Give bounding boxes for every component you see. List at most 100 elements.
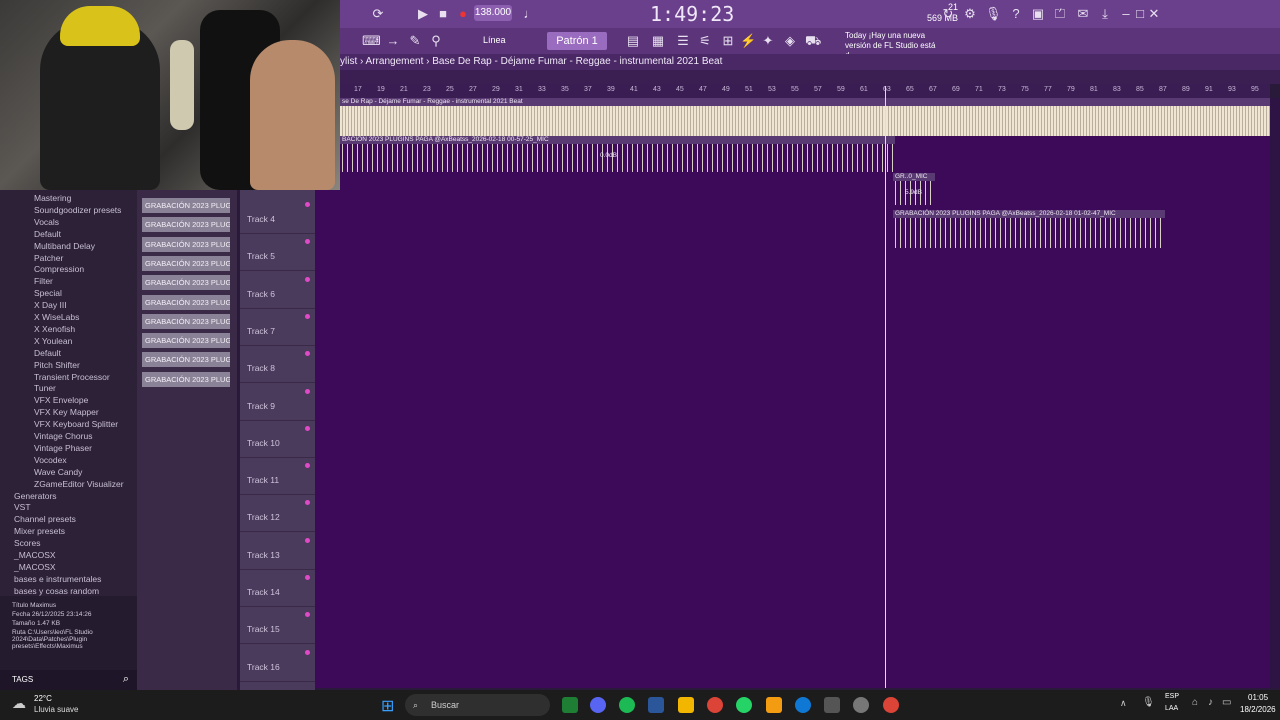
track-header[interactable]: Track 4 — [240, 196, 315, 234]
beat-waveform-clip[interactable] — [340, 106, 1270, 136]
clip-list-item[interactable]: GRABACIÓN 2023 PLUGINS... — [142, 333, 230, 349]
loop-icon[interactable]: ⟳ — [370, 6, 386, 22]
save-icon[interactable]: ▣ — [1030, 6, 1046, 22]
tags-bar[interactable]: TAGS ⌕ — [0, 670, 137, 690]
clip-list-item[interactable]: GRABACIÓN 2023 PLUGINS... — [142, 275, 230, 291]
plugin-picker-icon[interactable]: ⚡ — [740, 33, 756, 49]
edge-icon[interactable] — [795, 697, 811, 713]
short-vocal-clip[interactable]: 5.9dB — [893, 181, 935, 205]
chat-icon[interactable]: ✉ — [1075, 6, 1091, 22]
lang-2[interactable]: LAA — [1165, 705, 1178, 712]
clip-list-item[interactable]: GRABACIÓN 2023 PLUGINS... — [142, 198, 230, 213]
marker-icon[interactable]: ◈ — [782, 33, 798, 49]
track-header[interactable]: Track 11 — [240, 457, 315, 496]
spotify-icon[interactable] — [619, 697, 635, 713]
clip-list-item[interactable]: GRABACIÓN 2023 PLUGINS... — [142, 236, 230, 252]
pattern-selector[interactable]: Patrón 1 — [547, 32, 607, 50]
track-mute-dot[interactable] — [305, 425, 310, 431]
track-header[interactable]: Track 15 — [240, 606, 315, 645]
track-header[interactable]: Track 5 — [240, 233, 315, 272]
folder-icon[interactable] — [678, 697, 694, 713]
link-icon[interactable]: ⚲ — [428, 33, 444, 49]
close-icon[interactable]: ✕ — [1146, 6, 1162, 22]
help-icon[interactable]: ? — [1008, 6, 1024, 22]
track-mute-dot[interactable] — [305, 313, 310, 319]
xbox-icon[interactable] — [562, 697, 578, 713]
piano-icon[interactable]: ⌨ — [362, 33, 381, 49]
clip-list-item[interactable]: GRABACIÓN 2023 PLUGINS... — [142, 294, 230, 310]
windows-start-icon[interactable]: ⊞ — [381, 696, 394, 716]
track-header[interactable]: Track 9 — [240, 383, 315, 421]
browser-item[interactable]: _MACOSX — [0, 549, 151, 561]
tempo-display[interactable]: 138.000 — [474, 5, 512, 21]
track-mute-dot[interactable] — [305, 500, 310, 506]
clip-list-item[interactable]: GRABACIÓN 2023 PLUGINS... — [142, 217, 230, 233]
track-header[interactable]: Track 13 — [240, 532, 315, 570]
tray-mic-icon[interactable]: 🎙 — [1142, 697, 1155, 708]
whatsapp-icon[interactable] — [736, 697, 752, 713]
battery-icon[interactable]: ▭ — [1222, 697, 1231, 708]
horizontal-scrollbar[interactable] — [340, 70, 1280, 84]
track-header[interactable]: Track 12 — [240, 494, 315, 533]
clip-list-item[interactable]: GRABACIÓN 2023 PLUGINS... — [142, 313, 230, 329]
track-mute-dot[interactable] — [305, 351, 310, 357]
browser-item[interactable]: Mixer presets — [0, 525, 151, 537]
track-header[interactable]: Track 16 — [240, 644, 315, 682]
vertical-scrollbar[interactable] — [1270, 98, 1280, 688]
volume-icon[interactable]: ♪ — [1208, 697, 1213, 708]
refresh-icon[interactable]: ↻ — [940, 6, 956, 22]
mixer-icon[interactable]: ⚙ — [962, 6, 978, 22]
track-mute-dot[interactable] — [305, 388, 310, 394]
browser-item[interactable]: bases e instrumentales — [0, 573, 151, 585]
track-mute-dot[interactable] — [305, 463, 310, 469]
record-button[interactable]: ● — [455, 6, 471, 22]
tools-icon[interactable]: ✦ — [760, 33, 776, 49]
download-icon[interactable]: ⤓ — [1097, 6, 1113, 22]
network-icon[interactable]: ⌂ — [1192, 697, 1198, 708]
cart-icon[interactable]: ⛟ — [805, 33, 821, 49]
browser-item[interactable]: Generators — [0, 490, 151, 502]
clip-list-item[interactable]: GRABACIÓN 2023 PLUGINS... — [142, 352, 230, 368]
stop-button[interactable]: ■ — [435, 6, 451, 22]
browser-item[interactable]: Scores — [0, 537, 151, 549]
clock-time[interactable]: 01:05 — [1248, 693, 1268, 702]
chrome-icon-2[interactable] — [883, 697, 899, 713]
pencil-icon[interactable]: ✎ — [407, 33, 423, 49]
mixer-view-icon[interactable]: ☰ — [675, 33, 691, 49]
arrow-icon[interactable]: → — [385, 33, 401, 49]
snap-mode[interactable]: Línea — [483, 35, 506, 45]
clip-list-item[interactable]: GRABACIÓN 2023 PLUGINS... — [142, 371, 230, 387]
piano-roll-icon[interactable]: ⚟ — [697, 33, 713, 49]
track-mute-dot[interactable] — [305, 239, 310, 245]
browser-icon[interactable]: ⊞ — [720, 33, 736, 49]
browser-item[interactable]: VST — [0, 501, 151, 513]
play-button[interactable]: ▶ — [415, 6, 431, 22]
playlist-grid[interactable] — [315, 98, 1270, 688]
browser-item[interactable]: bases y cosas random — [0, 585, 151, 597]
metronome-icon[interactable]: ♩ — [522, 6, 538, 22]
playhead[interactable] — [885, 86, 886, 688]
track-mute-dot[interactable] — [305, 649, 310, 655]
lang-1[interactable]: ESP — [1165, 693, 1179, 700]
track-mute-dot[interactable] — [305, 276, 310, 282]
search-icon[interactable]: ⌕ — [123, 673, 129, 686]
track-header[interactable]: Track 7 — [240, 308, 315, 346]
vocal-waveform-clip[interactable]: 0.0dB — [340, 144, 895, 172]
vocal-waveform-clip-2[interactable] — [893, 218, 1165, 248]
taskbar-search[interactable]: ⌕ Buscar — [405, 694, 550, 716]
track-mute-dot[interactable] — [305, 612, 310, 618]
mic-icon[interactable]: 🎙 — [985, 6, 1002, 22]
playlist-icon[interactable]: ▤ — [625, 33, 641, 49]
discord-icon[interactable] — [590, 697, 606, 713]
track-header[interactable]: Track 10 — [240, 420, 315, 458]
chrome-icon[interactable] — [707, 697, 723, 713]
track-header[interactable]: Track 14 — [240, 569, 315, 607]
track-header[interactable]: Track 8 — [240, 345, 315, 384]
channel-rack-icon[interactable]: ▦ — [650, 33, 666, 49]
browser-item[interactable]: _MACOSX — [0, 561, 151, 573]
track-mute-dot[interactable] — [305, 575, 310, 580]
track-header[interactable]: Track 6 — [240, 271, 315, 309]
clock-date[interactable]: 18/2/2026 — [1240, 705, 1276, 714]
tray-chevron-icon[interactable]: ∧ — [1120, 698, 1127, 709]
timeline-ruler[interactable]: 17 19 21 23 25 27 29 31 33 35 37 39 41 43 45 47 49 51 53 55… — [340, 84, 1270, 98]
